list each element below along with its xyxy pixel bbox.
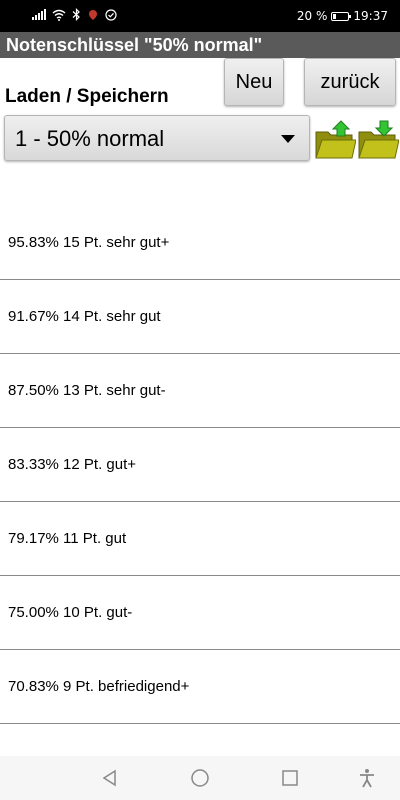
app-title: Notenschlüssel "50% normal" — [0, 32, 400, 58]
recents-nav-icon[interactable] — [280, 768, 300, 788]
list-item[interactable]: 95.83% 15 Pt. sehr gut+ — [0, 206, 400, 280]
list-item[interactable]: 83.33% 12 Pt. gut+ — [0, 428, 400, 502]
clock: 19:37 — [353, 9, 388, 23]
folder-save-icon[interactable] — [357, 118, 400, 160]
navigation-bar — [0, 756, 400, 800]
new-button[interactable]: Neu — [224, 58, 284, 106]
wifi-icon — [52, 9, 66, 21]
section-label: Laden / Speichern — [5, 86, 169, 107]
dropdown-selected-value: 1 - 50% normal — [15, 126, 165, 151]
home-nav-icon[interactable] — [190, 768, 210, 788]
back-button[interactable]: zurück — [304, 58, 396, 106]
caret-down-icon — [281, 135, 295, 143]
back-nav-icon[interactable] — [100, 768, 120, 788]
battery-icon — [331, 11, 352, 21]
grade-key-dropdown[interactable]: 1 - 50% normal — [4, 115, 310, 161]
list-item[interactable]: 91.67% 14 Pt. sehr gut — [0, 280, 400, 354]
status-icons — [32, 8, 117, 21]
list-item[interactable]: 79.17% 11 Pt. gut — [0, 502, 400, 576]
accessibility-icon[interactable] — [357, 768, 377, 788]
battery-percent: 20 % — [296, 9, 328, 23]
list-item[interactable]: 87.50% 13 Pt. sehr gut- — [0, 354, 400, 428]
folder-load-icon[interactable] — [314, 118, 357, 160]
grade-list: 95.83% 15 Pt. sehr gut+ 91.67% 14 Pt. se… — [0, 206, 400, 724]
bluetooth-icon — [72, 8, 80, 21]
status-bar: 20 % 19:37 — [0, 0, 400, 32]
signal-icon — [32, 9, 46, 20]
check-circle-icon — [105, 8, 117, 21]
list-item[interactable]: 75.00% 10 Pt. gut- — [0, 576, 400, 650]
status-right: 20 % 19:37 — [297, 9, 388, 23]
location-icon — [89, 9, 97, 20]
list-item[interactable]: 70.83% 9 Pt. befriedigend+ — [0, 650, 400, 724]
